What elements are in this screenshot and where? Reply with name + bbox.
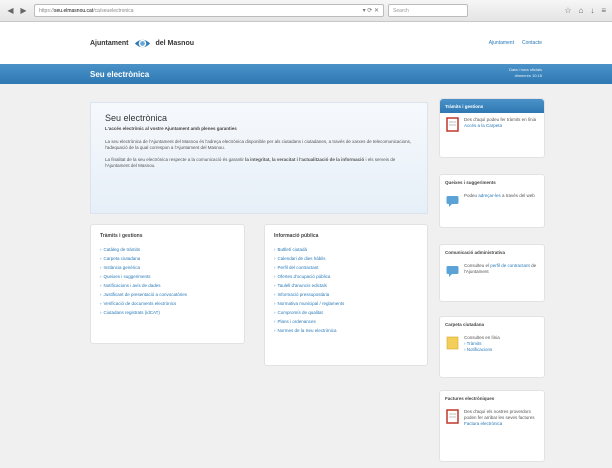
side-link-label: Notificacions bbox=[466, 347, 493, 352]
side-text: Consultes en línia bbox=[464, 335, 500, 340]
list-item[interactable]: Informació pressupostària bbox=[274, 290, 418, 299]
menu-icon[interactable]: ≡ bbox=[601, 6, 606, 15]
list-item[interactable]: Ciutadans registrats (idCAT) bbox=[100, 308, 235, 317]
side-box-title: Factures electròniques bbox=[445, 396, 495, 401]
intro-p2-text: La finalitat de la seu electrònica respe… bbox=[105, 157, 246, 162]
search-input[interactable]: Search bbox=[388, 4, 468, 17]
intro-title: Seu electrònica bbox=[105, 113, 168, 123]
side-link[interactable]: adreçar-les bbox=[478, 193, 501, 198]
document-icon bbox=[446, 409, 459, 424]
side-box-body: Des d'aquí els nostres proveïdors poden … bbox=[440, 405, 544, 433]
search-placeholder: Search bbox=[393, 7, 409, 14]
list-item[interactable]: Plans i ordenances bbox=[274, 317, 418, 326]
chat-bubble-icon bbox=[446, 266, 459, 277]
header-links: Ajuntament Contacte bbox=[489, 40, 542, 46]
list-item[interactable]: Queixes i suggeriments bbox=[100, 272, 235, 281]
list-item[interactable]: Normativa municipal / reglaments bbox=[274, 299, 418, 308]
side-box-text: Podeu adreçar-les a través del web bbox=[464, 193, 535, 208]
list-item[interactable]: Instància genèrica bbox=[100, 263, 235, 272]
side-box-text: Des d'aquí els nostres proveïdors poden … bbox=[464, 409, 538, 427]
side-box-text: Consulteu el perfil de contractant de l'… bbox=[464, 263, 538, 278]
header-link-contacte[interactable]: Contacte bbox=[522, 40, 542, 46]
side-link[interactable]: perfil de contractant bbox=[490, 263, 530, 268]
intro-paragraph-1: La seu electrònica de l'Ajuntament del M… bbox=[105, 139, 412, 150]
home-icon[interactable]: ⌂ bbox=[578, 6, 583, 15]
star-icon[interactable]: ☆ bbox=[564, 6, 571, 15]
intro-paragraph-2: La finalitat de la seu electrònica respe… bbox=[105, 157, 413, 169]
logo-emblem-icon bbox=[134, 39, 150, 47]
section-title-bar: Seu electrònica Data i hora oficials dim… bbox=[0, 64, 612, 84]
toolbar-icons: ☆ ⌂ ↓ ≡ bbox=[564, 6, 606, 15]
side-box-communication: Comunicació administrativa Consulteu el … bbox=[439, 244, 545, 302]
side-text: Des d'aquí els nostres proveïdors poden … bbox=[464, 409, 535, 420]
side-text: a través del web bbox=[500, 193, 535, 198]
tramits-title: Tràmits i gestions bbox=[100, 233, 143, 239]
logo-text-left: Ajuntament bbox=[90, 39, 129, 47]
folder-icon bbox=[446, 336, 459, 350]
public-info-title: Informació pública bbox=[274, 233, 319, 239]
list-item[interactable]: Calendari de dies hàbils bbox=[274, 254, 418, 263]
public-info-list: Butlletí ciutadà Calendari de dies hàbil… bbox=[274, 245, 418, 335]
list-item[interactable]: Compromís de qualitat bbox=[274, 308, 418, 317]
main-content: Seu electrònica L'accés electrònic al vo… bbox=[0, 84, 612, 468]
side-text: Des d'aquí podeu fer tràmits en línia bbox=[464, 117, 537, 122]
site-logo[interactable]: Ajuntament del Masnou bbox=[90, 34, 194, 53]
side-text: Consulteu el bbox=[464, 263, 491, 268]
tramits-list: Catàleg de tràmits Carpeta ciutadana Ins… bbox=[100, 245, 235, 317]
url-protocol: https:// bbox=[39, 7, 55, 14]
list-item[interactable]: Taulell d'anuncis edictals bbox=[274, 281, 418, 290]
document-icon bbox=[446, 117, 459, 132]
reload-icon[interactable]: ▾ ⟳ ✕ bbox=[363, 7, 379, 14]
side-box-citizen-folder: Carpeta ciutadana Consultes en línia › T… bbox=[439, 316, 545, 378]
side-box-body: Consultes en línia › Tràmits › Notificac… bbox=[440, 331, 544, 359]
side-box-tramits: Tràmits i gestions Des d'aquí podeu fer … bbox=[439, 98, 545, 158]
side-link[interactable]: Accés a la Carpeta bbox=[464, 123, 536, 129]
side-link[interactable]: Factura electrònica bbox=[464, 421, 538, 427]
tramits-box: Tràmits i gestions Catàleg de tràmits Ca… bbox=[90, 224, 245, 344]
list-item[interactable]: Verificació de documents electrònics bbox=[100, 299, 235, 308]
side-box-title: Comunicació administrativa bbox=[445, 250, 506, 255]
side-link-label: Tràmits bbox=[466, 341, 482, 346]
logo-text-right: del Masnou bbox=[155, 39, 195, 47]
intro-p2-bold: la integritat, la veracitat i l'actualit… bbox=[245, 157, 365, 162]
intro-subtitle: L'accés electrònic al vostre Ajuntament … bbox=[105, 126, 237, 131]
section-title: Seu electrònica bbox=[90, 69, 150, 79]
list-item[interactable]: Notificacions i avís de dades bbox=[100, 281, 235, 290]
side-box-title: Carpeta ciutadana bbox=[445, 322, 485, 327]
datetime-value: dimecres 10:18 bbox=[514, 73, 542, 78]
list-item[interactable]: Butlletí ciutadà bbox=[274, 245, 418, 254]
side-box-body: Podeu adreçar-les a través del web bbox=[440, 189, 544, 214]
side-text: Podeu bbox=[464, 193, 479, 198]
side-box-title: Tràmits i gestions bbox=[440, 99, 544, 113]
list-item[interactable]: Catàleg de tràmits bbox=[100, 245, 235, 254]
official-datetime: Data i hora oficials dimecres 10:18 bbox=[509, 67, 542, 79]
side-box-text: Des d'aquí podeu fer tràmits en línia Ac… bbox=[464, 117, 536, 132]
list-item[interactable]: Justificant de presentació a convocatòri… bbox=[100, 290, 235, 299]
back-icon[interactable]: ◀ bbox=[6, 6, 15, 15]
forward-icon[interactable]: ▶ bbox=[19, 6, 28, 15]
side-box-text: Consultes en línia › Tràmits › Notificac… bbox=[464, 335, 500, 353]
intro-panel: Seu electrònica L'accés electrònic al vo… bbox=[90, 102, 428, 214]
side-box-title: Queixes i suggeriments bbox=[445, 180, 496, 185]
list-item[interactable]: Normes de la Seu electrònica bbox=[274, 326, 418, 335]
side-box-invoices: Factures electròniques Des d'aquí els no… bbox=[439, 390, 545, 462]
download-icon[interactable]: ↓ bbox=[590, 6, 594, 15]
public-info-box: Informació pública Butlletí ciutadà Cale… bbox=[264, 224, 428, 366]
chat-bubble-icon bbox=[446, 196, 459, 207]
side-box-body: Des d'aquí podeu fer tràmits en línia Ac… bbox=[440, 113, 544, 138]
list-item[interactable]: Ofertes d'ocupació pública bbox=[274, 272, 418, 281]
side-link[interactable]: › Notificacions bbox=[464, 347, 500, 353]
address-bar[interactable]: https:// seu.elmasnou.cat /ca/seuelectro… bbox=[34, 4, 384, 17]
list-item[interactable]: Perfil del contractant bbox=[274, 263, 418, 272]
header-link-ajuntament[interactable]: Ajuntament bbox=[489, 40, 514, 46]
list-item[interactable]: Carpeta ciutadana bbox=[100, 254, 235, 263]
url-path: /ca/seuelectronica bbox=[93, 7, 134, 14]
site-header: Ajuntament del Masnou Ajuntament Contact… bbox=[0, 22, 612, 64]
browser-toolbar: ◀ ▶ https:// seu.elmasnou.cat /ca/seuele… bbox=[0, 0, 612, 22]
url-host: seu.elmasnou.cat bbox=[54, 7, 94, 14]
side-box-suggestions: Queixes i suggeriments Podeu adreçar-les… bbox=[439, 174, 545, 228]
side-box-body: Consulteu el perfil de contractant de l'… bbox=[440, 259, 544, 284]
